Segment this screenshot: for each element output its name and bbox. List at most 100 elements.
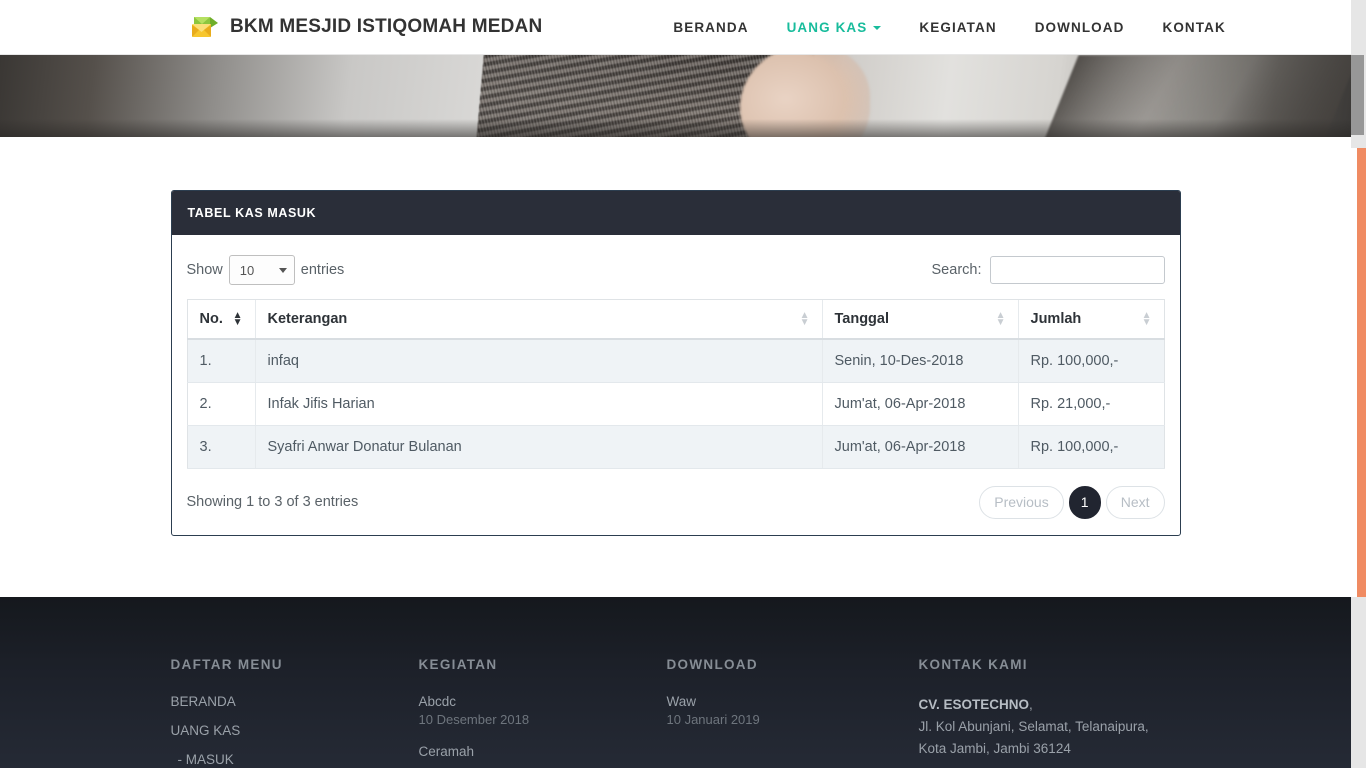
entries-select-value: 10 — [239, 262, 255, 278]
column-label: Keterangan — [267, 311, 348, 327]
table-info: Showing 1 to 3 of 3 entries — [186, 494, 359, 510]
content-container: TABEL KAS MASUK Show 10 entries Search: … — [170, 190, 1181, 536]
datatable-controls: Show 10 entries Search: — [187, 249, 1165, 291]
page-root: BKM MESJID ISTIQOMAH MEDAN BERANDA UANG … — [0, 0, 1351, 768]
footer-download-date: 10 Januari 2019 — [666, 712, 760, 727]
brand-link[interactable]: BKM MESJID ISTIQOMAH MEDAN — [190, 14, 542, 40]
panel-title: TABEL KAS MASUK — [187, 206, 317, 220]
kas-masuk-panel: TABEL KAS MASUK Show 10 entries Search: … — [170, 190, 1181, 536]
sort-icon: ▲ ▼ — [995, 310, 1006, 328]
footer-event-item: Abcdc 10 Desember 2018 — [419, 694, 667, 727]
cell-keterangan: infaq — [254, 339, 822, 383]
brand-title: BKM MESJID ISTIQOMAH MEDAN — [230, 16, 543, 37]
nav-label: UANG KAS — [786, 19, 868, 35]
footer-contact-block: CV. ESOTECHNO, Jl. Kol Abunjani, Selamat… — [919, 694, 1181, 760]
sort-icon: ▲ ▼ — [799, 310, 810, 328]
sort-icon-active: ▲ ▼ — [232, 310, 243, 328]
cell-no: 1. — [186, 339, 255, 383]
search-label: Search: — [931, 262, 982, 278]
column-header-jumlah[interactable]: Jumlah ▲ ▼ — [1017, 299, 1165, 340]
table-body: 1. infaq Senin, 10-Des-2018 Rp. 100,000,… — [186, 339, 1165, 469]
site-footer: DAFTAR MENU BERANDA UANG KAS - MASUK KEG… — [0, 597, 1351, 768]
column-label: Jumlah — [1030, 311, 1082, 327]
footer-event-item: Ceramah — [419, 744, 667, 759]
footer-column-kegiatan: KEGIATAN Abcdc 10 Desember 2018 Ceramah — [419, 657, 667, 768]
column-header-no[interactable]: No. ▲ ▼ — [186, 299, 255, 340]
footer-contact-company-line: CV. ESOTECHNO, — [919, 694, 1181, 716]
footer-download-title[interactable]: Waw — [667, 694, 919, 709]
chevron-down-icon — [278, 268, 287, 273]
search-control: Search: — [932, 256, 1165, 284]
right-rail — [1351, 0, 1366, 768]
scrollbar-thumb[interactable] — [1351, 55, 1364, 135]
table-head: No. ▲ ▼ Keterangan ▲ ▼ Tanggal ▲ ▼ Jumla… — [186, 299, 1165, 340]
footer-download-item: Waw 10 Januari 2019 — [667, 694, 919, 727]
pagination-page-1[interactable]: 1 — [1068, 485, 1101, 519]
footer-event-title[interactable]: Abcdc — [419, 694, 667, 709]
footer-heading-kegiatan: KEGIATAN — [418, 657, 498, 672]
right-edge-accent-strip — [1357, 148, 1366, 597]
hero-banner — [0, 55, 1351, 137]
nav-item-uang-kas[interactable]: UANG KAS — [768, 20, 901, 35]
column-header-keterangan[interactable]: Keterangan ▲ ▼ — [254, 299, 822, 340]
footer-column-download: DOWNLOAD Waw 10 Januari 2019 — [667, 657, 919, 768]
footer-contact-address-2: Kota Jambi, Jambi 36124 — [918, 741, 1071, 756]
footer-contact-address-1: Jl. Kol Abunjani, Selamat, Telanaipura, — [918, 719, 1149, 734]
pagination-next[interactable]: Next — [1105, 485, 1165, 519]
cell-keterangan: Infak Jifis Harian — [254, 382, 822, 426]
entries-label: entries — [300, 262, 345, 278]
footer-event-title[interactable]: Ceramah — [419, 744, 667, 759]
nav-item-download[interactable]: DOWNLOAD — [1016, 20, 1144, 35]
footer-contact-company-suffix: , — [1029, 697, 1033, 712]
cell-keterangan: Syafri Anwar Donatur Bulanan — [254, 425, 822, 469]
nav-menu: BERANDA UANG KAS KEGIATAN DOWNLOAD KONTA… — [654, 20, 1244, 35]
footer-link-masuk[interactable]: - MASUK — [171, 752, 419, 767]
entries-select[interactable]: 10 — [228, 255, 295, 285]
panel-body: Show 10 entries Search: No. ▲ ▼ Keterang… — [172, 235, 1180, 535]
chevron-down-icon — [873, 26, 882, 30]
nav-item-kontak[interactable]: KONTAK — [1143, 20, 1244, 35]
column-label: Tanggal — [834, 311, 890, 327]
table-row[interactable]: 1. infaq Senin, 10-Des-2018 Rp. 100,000,… — [186, 339, 1165, 383]
nav-item-kegiatan[interactable]: KEGIATAN — [900, 20, 1015, 35]
column-label: No. — [199, 311, 223, 327]
column-header-tanggal[interactable]: Tanggal ▲ ▼ — [821, 299, 1018, 340]
footer-column-menu: DAFTAR MENU BERANDA UANG KAS - MASUK — [171, 657, 419, 768]
nav-label: KONTAK — [1162, 19, 1226, 35]
footer-heading-kontak: KONTAK KAMI — [918, 657, 1028, 672]
pagination-previous[interactable]: Previous — [979, 485, 1064, 519]
cell-no: 3. — [186, 425, 255, 469]
footer-columns: DAFTAR MENU BERANDA UANG KAS - MASUK KEG… — [171, 597, 1181, 768]
cell-tanggal: Jum'at, 06-Apr-2018 — [821, 425, 1018, 469]
hero-bottom-shadow — [0, 119, 1351, 137]
kas-masuk-table: No. ▲ ▼ Keterangan ▲ ▼ Tanggal ▲ ▼ Jumla… — [186, 299, 1165, 469]
pagination: Previous 1 Next — [979, 485, 1165, 519]
footer-event-date: 10 Desember 2018 — [418, 712, 530, 727]
cell-jumlah: Rp. 100,000,- — [1017, 425, 1165, 469]
table-header-row: No. ▲ ▼ Keterangan ▲ ▼ Tanggal ▲ ▼ Jumla… — [186, 299, 1165, 340]
footer-link-beranda[interactable]: BERANDA — [171, 694, 419, 709]
cell-jumlah: Rp. 100,000,- — [1017, 339, 1165, 383]
sort-icon: ▲ ▼ — [1141, 310, 1152, 328]
main-content: TABEL KAS MASUK Show 10 entries Search: … — [0, 137, 1351, 599]
search-input[interactable] — [989, 256, 1165, 284]
nav-label: KEGIATAN — [919, 19, 997, 35]
top-navbar: BKM MESJID ISTIQOMAH MEDAN BERANDA UANG … — [0, 0, 1351, 55]
footer-heading-menu: DAFTAR MENU — [170, 657, 283, 672]
footer-link-uang-kas[interactable]: UANG KAS — [171, 723, 419, 738]
cell-no: 2. — [186, 382, 255, 426]
scrollbar-track-lower[interactable] — [1351, 597, 1366, 768]
footer-heading-download: DOWNLOAD — [666, 657, 758, 672]
show-label: Show — [186, 262, 223, 278]
footer-contact-company: CV. ESOTECHNO — [918, 697, 1030, 712]
panel-header: TABEL KAS MASUK — [171, 191, 1180, 235]
cell-tanggal: Senin, 10-Des-2018 — [821, 339, 1018, 383]
nav-item-beranda[interactable]: BERANDA — [654, 20, 767, 35]
envelope-icon — [192, 17, 218, 37]
nav-label: DOWNLOAD — [1034, 19, 1125, 35]
nav-label: BERANDA — [673, 19, 749, 35]
table-row[interactable]: 2. Infak Jifis Harian Jum'at, 06-Apr-201… — [186, 382, 1165, 426]
table-row[interactable]: 3. Syafri Anwar Donatur Bulanan Jum'at, … — [186, 425, 1165, 469]
datatable-footer: Showing 1 to 3 of 3 entries Previous 1 N… — [187, 485, 1165, 519]
footer-column-kontak: KONTAK KAMI CV. ESOTECHNO, Jl. Kol Abunj… — [919, 657, 1181, 768]
